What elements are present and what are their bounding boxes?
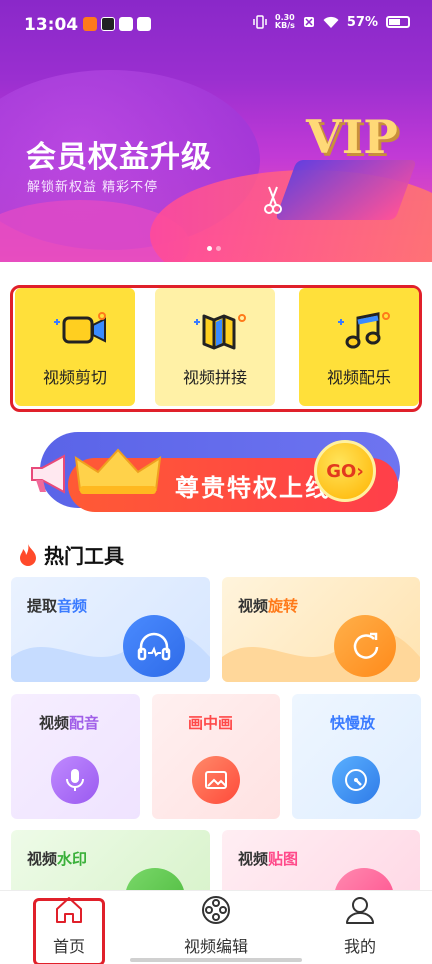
nav-mine[interactable]: 我的	[305, 895, 415, 961]
music-note-icon	[336, 310, 390, 349]
app-notification-icon	[119, 17, 133, 31]
network-speed-unit: KB/s	[274, 21, 295, 30]
gesture-bar[interactable]	[130, 958, 302, 962]
tool-card-speed[interactable]: 快慢放	[292, 694, 421, 819]
status-right: 0.30 KB/s 57%	[253, 14, 410, 30]
status-bar: 13:04 0.30 KB/s 57%	[0, 0, 432, 52]
microphone-icon	[51, 756, 99, 804]
network-speed: 0.30 KB/s	[275, 14, 295, 30]
headphones-icon	[123, 615, 185, 677]
user-icon	[346, 897, 374, 924]
feature-video-cut[interactable]: 视频剪切	[15, 288, 135, 406]
tool-card-video-sticker[interactable]: 视频贴图	[222, 830, 420, 895]
nav-label: 我的	[343, 937, 376, 956]
feature-label: 视频配乐	[326, 368, 391, 387]
notification-icons	[83, 17, 151, 31]
feature-video-join[interactable]: 视频拼接	[155, 288, 275, 406]
app-notification-icon	[137, 17, 151, 31]
tool-title-highlight: 配音	[69, 714, 100, 732]
tool-title: 快慢放	[330, 714, 376, 732]
feature-label: 视频拼接	[182, 368, 247, 387]
tool-title-part: 视频	[39, 714, 70, 732]
vibrate-icon	[253, 15, 267, 29]
tool-title-part: 视频	[238, 597, 269, 615]
crown-icon	[74, 448, 162, 494]
home-highlight-frame	[33, 898, 105, 964]
tool-card-video-watermark[interactable]: 视频水印	[11, 830, 210, 895]
hot-tools-title: 热门工具	[44, 544, 124, 568]
tool-title-highlight: 旋转	[268, 597, 299, 615]
feature-label: 视频剪切	[42, 368, 107, 387]
app-notification-icon	[83, 17, 97, 31]
battery-percent: 57%	[346, 14, 378, 30]
feature-tiles: 视频剪切 视频拼接 视频配乐	[10, 285, 422, 412]
promo-text: 尊贵特权上线	[175, 473, 331, 502]
battery-icon	[386, 16, 410, 28]
tool-title: 画中画	[188, 714, 234, 732]
film-reel-icon	[202, 896, 230, 924]
fire-icon	[20, 543, 36, 566]
tool-title-highlight: 音频	[57, 597, 88, 615]
tool-title: 视频旋转	[238, 595, 298, 616]
nav-label: 视频编辑	[183, 937, 248, 956]
vip-text: VIP	[306, 110, 398, 164]
feature-video-music[interactable]: 视频配乐	[299, 288, 419, 406]
tool-title-part: 视频	[27, 850, 58, 868]
tool-title: 视频贴图	[238, 848, 298, 869]
picture-icon	[192, 756, 240, 804]
app-notification-icon	[101, 17, 115, 31]
banner-subtitle: 解锁新权益 精彩不停	[27, 180, 159, 195]
promo-banner[interactable]: 尊贵特权上线 GO ›	[26, 428, 410, 530]
tool-title: 提取音频	[27, 595, 87, 616]
scissors-icon	[264, 186, 282, 214]
banner-title: 会员权益升级	[26, 140, 212, 175]
nav-video-edit[interactable]: 视频编辑	[161, 895, 271, 961]
rotate-icon	[334, 615, 396, 677]
vip-graphic: VIP	[264, 110, 417, 220]
pagination-dot[interactable]	[207, 246, 212, 251]
tool-card-video-rotate[interactable]: 视频旋转	[222, 577, 420, 682]
tool-title-highlight: 贴图	[268, 850, 299, 868]
wifi-icon	[323, 16, 339, 28]
go-button[interactable]: GO ›	[314, 440, 376, 502]
tool-title-part: 视频	[238, 850, 269, 868]
tool-title-highlight: 水印	[57, 850, 88, 868]
tool-card-video-dub[interactable]: 视频配音	[11, 694, 140, 819]
video-camera-icon	[52, 310, 106, 348]
tool-card-picture-in-picture[interactable]: 画中画	[152, 694, 280, 819]
status-time: 13:04	[24, 15, 79, 35]
banner-pagination	[207, 246, 221, 251]
speed-dial-icon	[332, 756, 380, 804]
tool-title-part: 提取	[27, 597, 58, 615]
pagination-dot[interactable]	[216, 246, 221, 251]
map-fold-icon	[192, 310, 246, 350]
tool-title: 视频配音	[39, 712, 99, 733]
go-label: GO	[326, 460, 357, 482]
no-sim-icon	[303, 17, 314, 27]
vip-plate	[275, 160, 417, 220]
megaphone-icon	[31, 454, 65, 494]
app-screen: 13:04 0.30 KB/s 57% 会员权益升级 解锁新权益 精彩不停 VI…	[0, 0, 432, 964]
hero-banner[interactable]: 13:04 0.30 KB/s 57% 会员权益升级 解锁新权益 精彩不停 VI…	[0, 0, 432, 262]
tool-card-extract-audio[interactable]: 提取音频	[11, 577, 210, 682]
tool-title: 视频水印	[27, 848, 87, 869]
hot-tools-header: 热门工具	[18, 540, 124, 569]
